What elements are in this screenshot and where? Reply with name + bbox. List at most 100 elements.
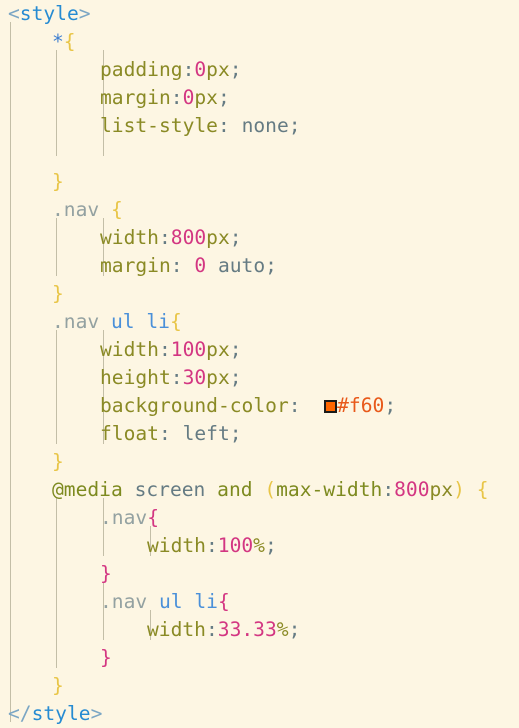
code-token-punc	[253, 478, 265, 501]
code-token-paren: )	[453, 478, 465, 501]
code-line[interactable]: </style>	[0, 700, 102, 728]
code-token-punc: :	[205, 534, 218, 557]
code-line[interactable]: }	[0, 560, 112, 588]
code-token-kw: none	[241, 114, 289, 137]
code-token-angle: <	[8, 2, 20, 25]
code-token-punc: :	[382, 478, 395, 501]
code-line[interactable]: width:100%;	[0, 532, 277, 560]
code-token-angle: >	[78, 2, 91, 25]
code-line[interactable]: }	[0, 280, 64, 308]
code-line[interactable]: }	[0, 672, 64, 700]
code-line[interactable]: .nav{	[0, 504, 159, 532]
code-token-punc: :	[158, 226, 171, 249]
code-line[interactable]: margin:0px;	[0, 84, 230, 112]
code-token-br1: {	[169, 310, 182, 333]
code-token-angle: </	[8, 702, 32, 725]
code-token-unit: px	[194, 86, 218, 109]
code-token-punc: :	[158, 422, 183, 445]
code-token-br1: }	[52, 674, 64, 697]
code-token-punc: ;	[229, 422, 242, 445]
code-token-punc	[205, 478, 217, 501]
code-token-num: 0	[194, 58, 207, 81]
code-line[interactable]: width:33.33%;	[0, 616, 300, 644]
code-token-punc: :	[170, 86, 183, 109]
code-line[interactable]: .nav {	[0, 196, 123, 224]
code-token-punc: ;	[288, 618, 301, 641]
code-token-prop: margin	[100, 254, 171, 277]
code-token-punc	[123, 478, 135, 501]
code-token-num: 100	[170, 338, 207, 361]
code-line[interactable]: .nav ul li{	[0, 308, 182, 336]
code-token-punc: ;	[229, 338, 242, 361]
code-token-prop: width	[100, 226, 159, 249]
code-token-kw: auto	[217, 254, 266, 277]
code-token-unit: px	[206, 226, 230, 249]
code-token-prop: padding	[100, 58, 183, 81]
code-token-kw: screen	[134, 478, 206, 501]
code-token-punc: ;	[229, 58, 242, 81]
code-line[interactable]: <style>	[0, 0, 91, 28]
code-token-punc: ;	[229, 366, 242, 389]
code-token-num: 0	[194, 254, 207, 277]
code-line[interactable]: float: left;	[0, 420, 242, 448]
code-token-colorhex: #f60	[337, 394, 385, 417]
code-token-br1: }	[52, 450, 64, 473]
code-token-punc: :	[217, 114, 242, 137]
code-token-punc: :	[288, 394, 325, 417]
code-token-unit: px	[206, 338, 230, 361]
code-token-prop: width	[147, 618, 206, 641]
code-token-num: 33.33	[217, 618, 277, 641]
code-token-br1: }	[52, 170, 64, 193]
code-token-punc: ;	[264, 534, 277, 557]
code-line[interactable]: }	[0, 448, 64, 476]
code-token-at: @media	[52, 478, 123, 501]
code-token-prop: width	[100, 338, 159, 361]
code-token-punc: ;	[229, 226, 242, 249]
code-token-prop: float	[100, 422, 159, 445]
code-line[interactable]: *{	[0, 28, 76, 56]
code-editor[interactable]: <style> *{padding:0px; margin:0px; list-sty…	[0, 0, 519, 727]
code-token-punc	[465, 478, 477, 501]
code-token-unit: px	[206, 58, 230, 81]
code-line[interactable]: }	[0, 644, 112, 672]
code-token-paren: (	[264, 478, 277, 501]
code-token-punc: ;	[217, 86, 230, 109]
code-token-at: max-width	[276, 478, 383, 501]
code-text-area[interactable]: <style> *{padding:0px; margin:0px; list-sty…	[0, 0, 519, 727]
code-token-sel-star: *	[52, 30, 64, 53]
code-line[interactable]: background-color: #f60;	[0, 392, 396, 420]
code-token-num: 0	[182, 86, 195, 109]
code-token-sel-elem: ul li	[110, 310, 170, 333]
code-line[interactable]: @media screen and (max-width:800px) {	[0, 476, 488, 504]
code-token-punc: ;	[384, 394, 397, 417]
code-token-punc: :	[205, 618, 218, 641]
code-token-unit: %	[276, 618, 289, 641]
code-line[interactable]: width:100px;	[0, 336, 242, 364]
code-token-br1: {	[110, 198, 123, 221]
code-token-unit: px	[429, 478, 454, 501]
code-line[interactable]: padding:0px;	[0, 56, 242, 84]
code-line[interactable]: height:30px;	[0, 364, 242, 392]
code-token-unit: %	[253, 534, 265, 557]
code-token-br2: {	[217, 590, 230, 613]
code-token-punc: :	[170, 366, 183, 389]
code-line[interactable]: width:800px;	[0, 224, 242, 252]
code-token-punc: :	[170, 254, 195, 277]
code-line[interactable]: margin: 0 auto;	[0, 252, 277, 280]
code-token-sel-class: .nav	[52, 310, 111, 333]
code-token-br1: {	[63, 30, 76, 53]
code-line[interactable]: }	[0, 168, 64, 196]
code-token-br2: }	[100, 562, 112, 585]
code-token-br2: }	[100, 646, 112, 669]
code-token-num: 800	[170, 226, 207, 249]
code-token-punc: :	[182, 58, 195, 81]
code-token-sel-class: .nav	[100, 590, 159, 613]
code-token-num: 800	[394, 478, 430, 501]
code-token-at: and	[217, 478, 253, 501]
code-token-br1: }	[52, 282, 64, 305]
code-line[interactable]: list-style: none;	[0, 112, 301, 140]
code-token-num: 100	[217, 534, 254, 557]
code-token-unit: px	[206, 366, 230, 389]
code-line[interactable]: .nav ul li{	[0, 588, 230, 616]
color-swatch-icon[interactable]	[324, 400, 338, 413]
